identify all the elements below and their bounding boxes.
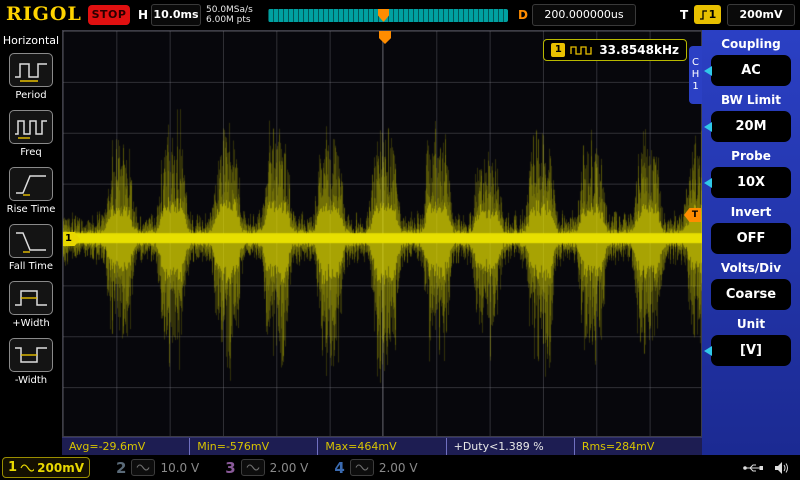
waveform-canvas [63,31,703,438]
menu-item-label: BW Limit [702,93,800,107]
fall-time-icon [9,224,53,258]
channel4-coupling-icon [350,459,374,476]
menu-item-value[interactable]: Coarse [711,279,791,310]
left-menu-item-plus-width[interactable]: +Width [9,281,53,329]
channel2-coupling-icon [131,459,155,476]
delay-label: D [518,8,528,22]
measurement-min: Min=-576mV [190,438,318,455]
freq-icon [9,110,53,144]
sample-rate: 50.0MSa/s [206,5,253,15]
channel2-indicator[interactable]: 2 10.0 V [116,459,199,477]
channel3-number: 3 [225,459,235,477]
frequency-counter: 1 33.8548kHz [543,39,687,61]
channel2-scale: 10.0 V [160,461,199,475]
left-menu-title: Horizontal [3,34,59,47]
left-measure-menu: Horizontal Period Freq Rise Time Fall Ti… [0,30,62,455]
usb-icon [742,462,764,474]
plus-width-icon [9,281,53,315]
measurement-bar: Avg=-29.6mV Min=-576mV Max=464mV +Duty<1… [62,437,702,455]
freq-counter-value: 33.8548kHz [599,43,679,57]
left-menu-item-period[interactable]: Period [9,53,53,101]
left-menu-item-rise-time[interactable]: Rise Time [7,167,56,215]
left-menu-item-label: Period [15,90,46,101]
delay-value[interactable]: 200.000000us [532,4,636,26]
channel1-indicator[interactable]: 1 200mV [2,457,90,478]
left-menu-item-freq[interactable]: Freq [9,110,53,158]
square-wave-icon [570,45,594,56]
memory-depth: 6.00M pts [206,15,253,25]
channel4-number: 4 [334,459,344,477]
channel3-indicator[interactable]: 3 2.00 V [225,459,308,477]
channel-menu-tab: CH1 [689,46,702,104]
minus-width-icon [9,338,53,372]
graticule: 1 T 1 33.8548kHz [62,30,702,437]
channel2-number: 2 [116,459,126,477]
menu-item-label: Volts/Div [702,261,800,275]
menu-item-bw-limit[interactable]: BW Limit 20M [702,93,800,142]
measurement-rms: Rms=284mV [575,438,702,455]
left-menu-item-label: Rise Time [7,204,56,215]
menu-item-label: Probe [702,149,800,163]
menu-item-invert[interactable]: Invert OFF [702,205,800,254]
menu-item-value[interactable]: 10X [711,167,791,198]
left-menu-item-fall-time[interactable]: Fall Time [9,224,53,272]
menu-arrow-icon [704,178,712,188]
channel-status-bar: 1 200mV 2 10.0 V 3 2.00 V 4 2.00 V [0,455,800,480]
measurement-duty: +Duty<1.389 % [447,438,575,455]
timebase-value[interactable]: 10.0ms [151,4,201,26]
trigger-source-badge[interactable]: 1 [694,5,721,24]
channel-menu-panel: CH1 Coupling AC BW Limit 20M Probe 10X I… [702,30,800,455]
trigger-level-value[interactable]: 200mV [727,4,795,26]
channel3-scale: 2.00 V [270,461,309,475]
run-state-badge[interactable]: STOP [88,5,130,25]
trigger-edge-icon [699,9,708,21]
channel3-coupling-icon [241,459,265,476]
menu-item-value[interactable]: 20M [711,111,791,142]
menu-arrow-icon [704,66,712,76]
channel4-indicator[interactable]: 4 2.00 V [334,459,417,477]
menu-item-label: Coupling [702,37,800,51]
left-menu-item-label: Fall Time [9,261,53,272]
period-icon [9,53,53,87]
menu-arrow-icon [704,122,712,132]
measurement-max: Max=464mV [318,438,446,455]
horizontal-position-indicator[interactable] [268,9,508,22]
menu-item-coupling[interactable]: Coupling AC [702,37,800,86]
left-menu-item-label: -Width [15,375,47,386]
menu-item-value[interactable]: [V] [711,335,791,366]
measurement-avg: Avg=-29.6mV [62,438,190,455]
rise-time-icon [9,167,53,201]
speaker-icon[interactable] [774,461,790,475]
horizontal-label: H [138,8,148,22]
menu-item-unit[interactable]: Unit [V] [702,317,800,366]
acquisition-info: 50.0MSa/s 6.00M pts [206,5,253,25]
menu-item-label: Unit [702,317,800,331]
left-menu-item-label: Freq [20,147,41,158]
menu-arrow-icon [704,346,712,356]
channel1-number: 1 [8,460,17,475]
waveform-display: 1 T 1 33.8548kHz Avg=-29.6mV Min=-576mV … [62,30,702,455]
channel1-scale: 200mV [37,461,84,475]
freq-counter-source: 1 [551,43,565,57]
channel4-scale: 2.00 V [379,461,418,475]
left-menu-item-minus-width[interactable]: -Width [9,338,53,386]
trigger-label: T [680,8,688,22]
top-status-bar: RIGOL STOP H 10.0ms 50.0MSa/s 6.00M pts … [0,0,800,30]
rigol-logo: RIGOL [6,3,82,25]
menu-item-value[interactable]: AC [711,55,791,86]
menu-item-value[interactable]: OFF [711,223,791,254]
menu-item-volts-div[interactable]: Volts/Div Coarse [702,261,800,310]
menu-item-label: Invert [702,205,800,219]
menu-item-probe[interactable]: Probe 10X [702,149,800,198]
left-menu-item-label: +Width [12,318,49,329]
ac-coupling-icon [20,463,34,473]
trigger-source-number: 1 [709,8,717,21]
trigger-position-marker-topbar[interactable] [378,9,389,22]
system-icons [742,461,790,475]
